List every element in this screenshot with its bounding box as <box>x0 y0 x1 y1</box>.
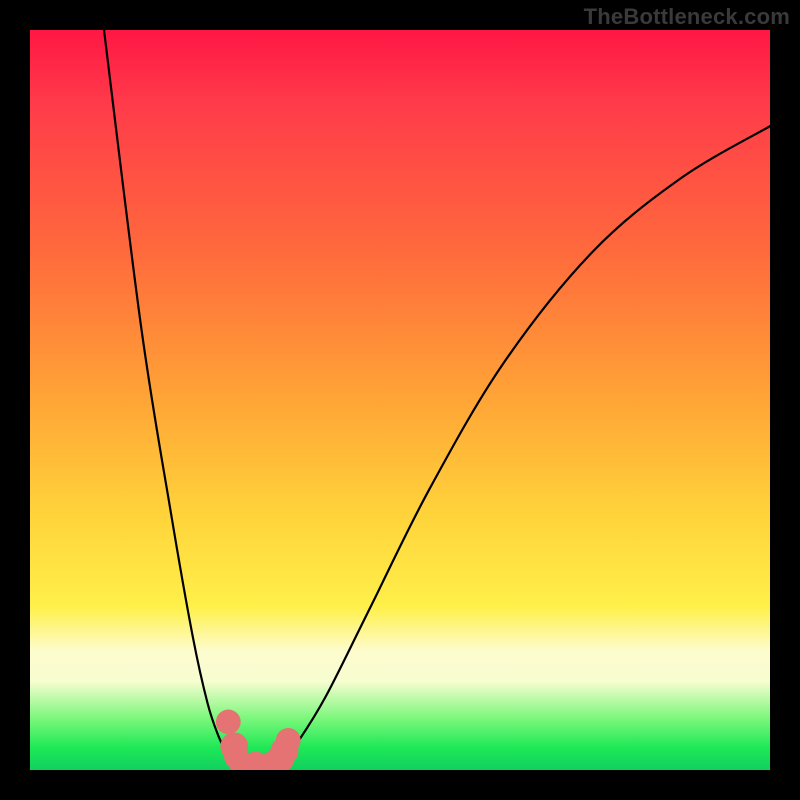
highlight-marker <box>276 728 301 753</box>
watermark-text: TheBottleneck.com <box>584 4 790 30</box>
curve-layer <box>30 30 770 770</box>
chart-frame: TheBottleneck.com <box>0 0 800 800</box>
marker-group <box>216 710 301 771</box>
bottleneck-curve <box>104 30 770 765</box>
highlight-marker <box>216 710 241 735</box>
plot-area <box>30 30 770 770</box>
